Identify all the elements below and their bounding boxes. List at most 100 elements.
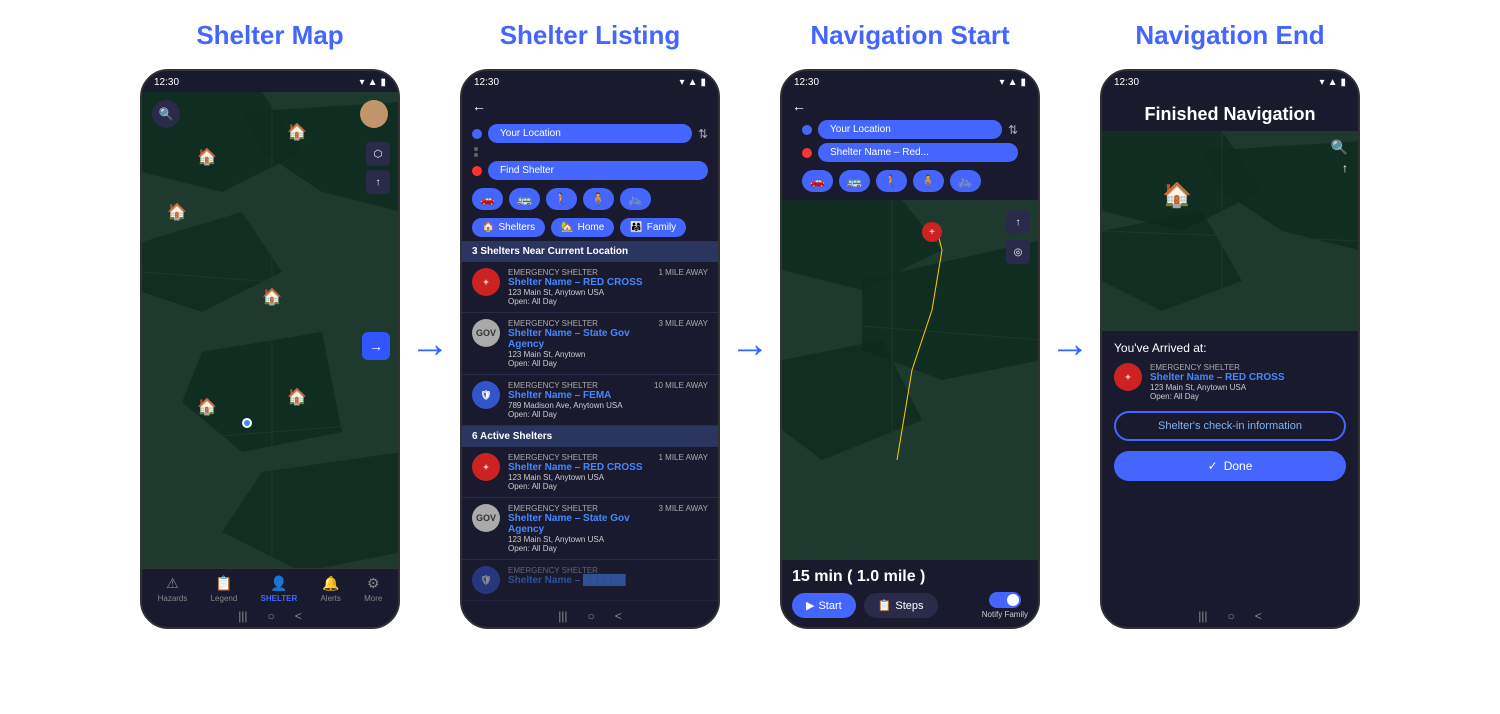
nav-back-arrow[interactable]: ← [792, 98, 806, 114]
compass-btn[interactable]: ↑ [366, 170, 390, 194]
arrived-map-svg [1102, 131, 1358, 331]
nav-transport-bike[interactable]: 🚲 [950, 170, 981, 192]
start-icon: ▶ [806, 599, 814, 612]
more-icon: ⚙ [367, 575, 380, 592]
android-home-2[interactable]: ○ [588, 609, 595, 623]
nav-route-inputs: Your Location ⇅ Shelter Name – Red... [792, 116, 1028, 166]
shelter-item-4[interactable]: + EMERGENCY SHELTER Shelter Name – RED C… [462, 447, 718, 498]
shelter-dist-3: 10 MILE AWAY [654, 381, 708, 390]
nav-map-area[interactable]: + ↑ ◎ [782, 200, 1038, 605]
android-menu-2[interactable]: ||| [558, 609, 567, 623]
status-icons-2: ▾ ▲ ▮ [680, 77, 706, 88]
shelter-info-5: EMERGENCY SHELTER Shelter Name – State G… [508, 504, 651, 553]
from-input[interactable]: Your Location [488, 124, 692, 143]
android-home-4[interactable]: ○ [1228, 609, 1235, 623]
user-avatar[interactable] [360, 100, 388, 128]
nav-transport-car[interactable]: 🚗 [802, 170, 833, 192]
arrived-search-icon[interactable]: 🔍 [1331, 139, 1348, 156]
transport-walk[interactable]: 🚶 [546, 188, 577, 210]
layers-btn[interactable]: ⬡ [366, 142, 390, 166]
checkin-button[interactable]: Shelter's check-in information [1114, 411, 1346, 441]
map-nav-button[interactable]: → [362, 332, 390, 360]
transport-car[interactable]: 🚗 [472, 188, 503, 210]
shelter-addr-2: 123 Main St, Anytown [508, 350, 651, 359]
filter-family[interactable]: 👨‍👩‍👧 Family [620, 218, 686, 237]
start-button[interactable]: ▶ Start [792, 593, 856, 618]
alerts-label: Alerts [320, 594, 340, 603]
nav-swap-btn[interactable]: ⇅ [1008, 123, 1018, 137]
map-area-1[interactable]: 🔍 🏠 🏠 🏠 🏠 🏠 🏠 ⬡ ↑ [142, 92, 398, 568]
nav-hazards[interactable]: ⚠ Hazards [158, 575, 188, 603]
listing-content: ← Your Location ⇅ [462, 92, 718, 605]
time-3: 12:30 [794, 77, 819, 88]
shelter-item-6-partial: 🛡 EMERGENCY SHELTER Shelter Name – █████… [462, 560, 718, 601]
steps-icon: 📋 [878, 599, 892, 612]
shelter-type-1: EMERGENCY SHELTER [508, 268, 651, 277]
nav-target[interactable]: ◎ [1006, 240, 1030, 264]
notify-toggle[interactable]: Notify Family [982, 592, 1028, 619]
shelter-nav-icon: 👤 [270, 575, 287, 592]
transport-bike[interactable]: 🚲 [620, 188, 651, 210]
shelter-name-4: Shelter Name – RED CROSS [508, 462, 651, 473]
shelter-item-1[interactable]: + EMERGENCY SHELTER Shelter Name – RED C… [462, 262, 718, 313]
phone-frame-1: 12:30 ▾ ▲ ▮ [140, 69, 400, 629]
to-input[interactable]: Find Shelter [488, 161, 708, 180]
android-back-2[interactable]: < [615, 609, 622, 623]
transport-accessible[interactable]: 🧍 [583, 188, 614, 210]
transport-bus[interactable]: 🚌 [509, 188, 540, 210]
shelter-item-3[interactable]: 🛡 EMERGENCY SHELTER Shelter Name – FEMA … [462, 375, 718, 426]
nav-from-input[interactable]: Your Location [818, 120, 1002, 139]
route-actions: ▶ Start 📋 Steps Notify Family [792, 592, 1028, 619]
android-home[interactable]: ○ [268, 609, 275, 623]
nav-back-bar: ← [792, 96, 1028, 116]
filter-shelters[interactable]: 🏠 Shelters [472, 218, 545, 237]
nav-legend[interactable]: 📋 Legend [211, 575, 238, 603]
nav-to-input[interactable]: Shelter Name – Red... [818, 143, 1018, 162]
toggle-switch[interactable] [989, 592, 1021, 608]
swap-btn[interactable]: ⇅ [698, 127, 708, 141]
arrived-map[interactable]: 🏠 🔍 ↑ [1102, 131, 1358, 331]
arrow-3-container: → [1040, 322, 1100, 367]
battery-icon-3: ▮ [1020, 77, 1026, 88]
alerts-icon: 🔔 [322, 575, 339, 592]
shelter-info-3: EMERGENCY SHELTER Shelter Name – FEMA 78… [508, 381, 646, 419]
filter-home[interactable]: 🏡 Home [551, 218, 614, 237]
nav-transport-walk[interactable]: 🚶 [876, 170, 907, 192]
shelter-dist-2: 3 MILE AWAY [659, 319, 709, 328]
shelter-item-2[interactable]: GOV EMERGENCY SHELTER Shelter Name – Sta… [462, 313, 718, 375]
bottom-nav-1: ⚠ Hazards 📋 Legend 👤 SHELTER 🔔 Alerts [142, 568, 398, 605]
back-arrow[interactable]: ← [472, 98, 486, 114]
shelters-icon: 🏠 [482, 222, 494, 233]
done-button[interactable]: ✓ Done [1114, 451, 1346, 481]
search-circle[interactable]: 🔍 [152, 100, 180, 128]
shelter-logo-6: 🛡 [472, 566, 500, 594]
arrived-compass[interactable]: ↑ [1342, 161, 1348, 175]
nav-map-controls: ↑ ◎ [1006, 210, 1030, 264]
nav-map-svg [782, 200, 1038, 605]
nav-route-info: 15 min ( 1.0 mile ) ▶ Start 📋 Steps [782, 560, 1038, 627]
shelter-list: + EMERGENCY SHELTER Shelter Name – RED C… [462, 262, 718, 605]
nav-compass[interactable]: ↑ [1006, 210, 1030, 234]
android-menu[interactable]: ||| [238, 609, 247, 623]
location-dot [242, 418, 252, 428]
android-menu-4[interactable]: ||| [1198, 609, 1207, 623]
android-back[interactable]: < [295, 609, 302, 623]
nav-transport-accessible[interactable]: 🧍 [913, 170, 944, 192]
status-bar-2: 12:30 ▾ ▲ ▮ [462, 71, 718, 92]
nav-alerts[interactable]: 🔔 Alerts [320, 575, 340, 603]
nav-end-content: Finished Navigation 🏠 [1102, 92, 1358, 605]
nav-more[interactable]: ⚙ More [364, 575, 382, 603]
arrow-1: → [410, 322, 450, 367]
done-label: Done [1224, 459, 1253, 473]
steps-button[interactable]: 📋 Steps [864, 593, 938, 618]
screen-title-3: Navigation Start [810, 20, 1009, 51]
nav-transport-bus[interactable]: 🚌 [839, 170, 870, 192]
shelter-info-4: EMERGENCY SHELTER Shelter Name – RED CRO… [508, 453, 651, 491]
nav-shelter[interactable]: 👤 SHELTER [261, 575, 298, 603]
shelter-item-5[interactable]: GOV EMERGENCY SHELTER Shelter Name – Sta… [462, 498, 718, 560]
android-back-4[interactable]: < [1255, 609, 1262, 623]
to-dot [472, 166, 482, 176]
shelter-type-5: EMERGENCY SHELTER [508, 504, 651, 513]
status-bar-3: 12:30 ▾ ▲ ▮ [782, 71, 1038, 92]
done-check-icon: ✓ [1208, 459, 1218, 473]
